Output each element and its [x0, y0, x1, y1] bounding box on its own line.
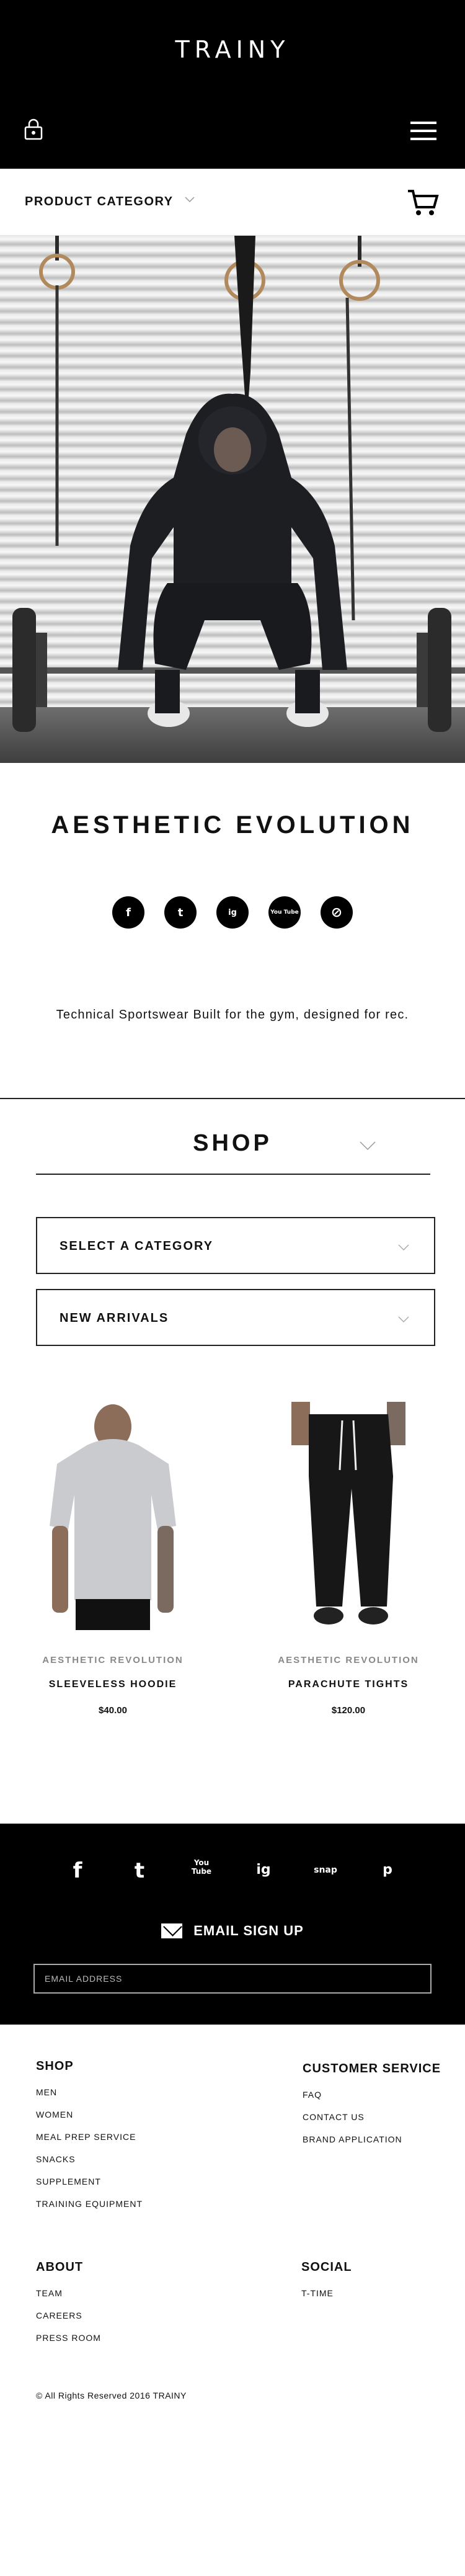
- facebook-icon[interactable]: f: [63, 1858, 92, 1883]
- footer-link-men[interactable]: MEN: [36, 2087, 143, 2097]
- youtube-icon[interactable]: You Tube: [268, 896, 301, 929]
- footer-social-icons: f t You Tube ig snap p: [0, 1858, 465, 1883]
- copyright: © All Rights Reserved 2016 TRAINY: [36, 2391, 187, 2400]
- new-arrivals-label: NEW ARRIVALS: [60, 1311, 169, 1325]
- footer-link-brand-application[interactable]: BRAND APPLICATION: [303, 2134, 441, 2144]
- chevron-down-icon: [398, 1244, 409, 1251]
- product-name[interactable]: PARACHUTE TIGHTS: [249, 1679, 448, 1690]
- footer-link-team[interactable]: TEAM: [36, 2288, 101, 2298]
- select-category-dropdown[interactable]: SELECT A CATEGORY: [36, 1217, 435, 1274]
- product-brand: AESTHETIC REVOLUTION: [278, 1655, 419, 1665]
- instagram-icon[interactable]: ig: [216, 896, 249, 929]
- envelope-icon: [161, 1923, 183, 1938]
- twitter-icon[interactable]: t: [125, 1858, 154, 1883]
- shop-underline: [36, 1174, 430, 1175]
- tagline: Technical Sportswear Built for the gym, …: [56, 1008, 409, 1022]
- footer-shop-column: SHOP MEN WOMEN MEAL PREP SERVICE SNACKS …: [36, 2059, 143, 2221]
- footer-customer-service-column: CUSTOMER SERVICE FAQ CONTACT US BRAND AP…: [303, 2062, 441, 2157]
- brand-title: AESTHETIC EVOLUTION: [51, 811, 414, 839]
- footer-customer-service-title: CUSTOMER SERVICE: [303, 2062, 441, 2075]
- compass-icon[interactable]: ⊘: [321, 896, 353, 929]
- product-card[interactable]: AESTHETIC REVOLUTION PARACHUTE TIGHTS $1…: [249, 1402, 448, 1716]
- shop-header[interactable]: SHOP: [0, 1099, 465, 1174]
- footer-link-women[interactable]: WOMEN: [36, 2110, 143, 2119]
- footer-link-faq[interactable]: FAQ: [303, 2090, 441, 2100]
- product-image[interactable]: [14, 1402, 212, 1638]
- chevron-down-icon[interactable]: [184, 194, 196, 206]
- footer-shop-title: SHOP: [36, 2059, 74, 2073]
- footer-social-bar: f t You Tube ig snap p EMAIL SIGN UP: [0, 1824, 465, 2025]
- site-logo[interactable]: TRAINY: [0, 36, 465, 63]
- footer-link-meal-prep[interactable]: MEAL PREP SERVICE: [36, 2132, 143, 2142]
- email-input[interactable]: [33, 1964, 432, 1994]
- category-bar: PRODUCT CATEGORY: [0, 169, 465, 236]
- email-signup: EMAIL SIGN UP: [0, 1923, 465, 1939]
- snapchat-icon[interactable]: snap: [311, 1858, 340, 1883]
- footer-link-snacks[interactable]: SNACKS: [36, 2154, 143, 2164]
- email-signup-label: EMAIL SIGN UP: [193, 1923, 304, 1938]
- footer-link-t-time[interactable]: T-TIME: [301, 2288, 352, 2298]
- footer-social-title: SOCIAL: [301, 2260, 352, 2274]
- hero-image: [0, 236, 465, 763]
- social-links: f t ig You Tube ⊘: [0, 896, 465, 929]
- footer-link-training-equipment[interactable]: TRAINING EQUIPMENT: [36, 2199, 143, 2209]
- footer-about-column: ABOUT TEAM CAREERS PRESS ROOM: [36, 2260, 101, 2355]
- youtube-icon[interactable]: You Tube: [187, 1858, 216, 1883]
- product-brand: AESTHETIC REVOLUTION: [42, 1655, 184, 1665]
- product-price: $120.00: [331, 1705, 366, 1716]
- shop-title: SHOP: [193, 1130, 272, 1156]
- footer-link-press-room[interactable]: PRESS ROOM: [36, 2333, 101, 2343]
- footer-links: SHOP MEN WOMEN MEAL PREP SERVICE SNACKS …: [0, 2025, 465, 2496]
- product-name[interactable]: SLEEVELESS HOODIE: [14, 1679, 212, 1690]
- new-arrivals-dropdown[interactable]: NEW ARRIVALS: [36, 1289, 435, 1346]
- product-image[interactable]: [249, 1402, 448, 1638]
- product-price: $40.00: [99, 1705, 127, 1716]
- product-category-label[interactable]: PRODUCT CATEGORY: [25, 195, 174, 209]
- select-category-label: SELECT A CATEGORY: [60, 1239, 214, 1253]
- facebook-icon[interactable]: f: [112, 896, 144, 929]
- chevron-down-icon[interactable]: [358, 1136, 377, 1155]
- athlete-illustration: [0, 236, 465, 732]
- product-grid: AESTHETIC REVOLUTION SLEEVELESS HOODIE $…: [0, 1402, 465, 1724]
- twitter-icon[interactable]: t: [164, 896, 197, 929]
- footer-social-column: SOCIAL T-TIME: [301, 2260, 352, 2311]
- pinterest-icon[interactable]: p: [373, 1858, 402, 1883]
- product-card[interactable]: AESTHETIC REVOLUTION SLEEVELESS HOODIE $…: [14, 1402, 212, 1716]
- footer-link-supplement[interactable]: SUPPLEMENT: [36, 2177, 143, 2186]
- footer-link-contact-us[interactable]: CONTACT US: [303, 2112, 441, 2122]
- footer-link-careers[interactable]: CAREERS: [36, 2311, 101, 2320]
- instagram-icon[interactable]: ig: [249, 1858, 278, 1883]
- chevron-down-icon: [398, 1316, 409, 1323]
- cart-icon[interactable]: [407, 187, 439, 217]
- menu-icon[interactable]: [410, 122, 436, 141]
- footer-about-title: ABOUT: [36, 2260, 84, 2274]
- top-header: TRAINY: [0, 0, 465, 169]
- lock-icon[interactable]: [24, 118, 43, 140]
